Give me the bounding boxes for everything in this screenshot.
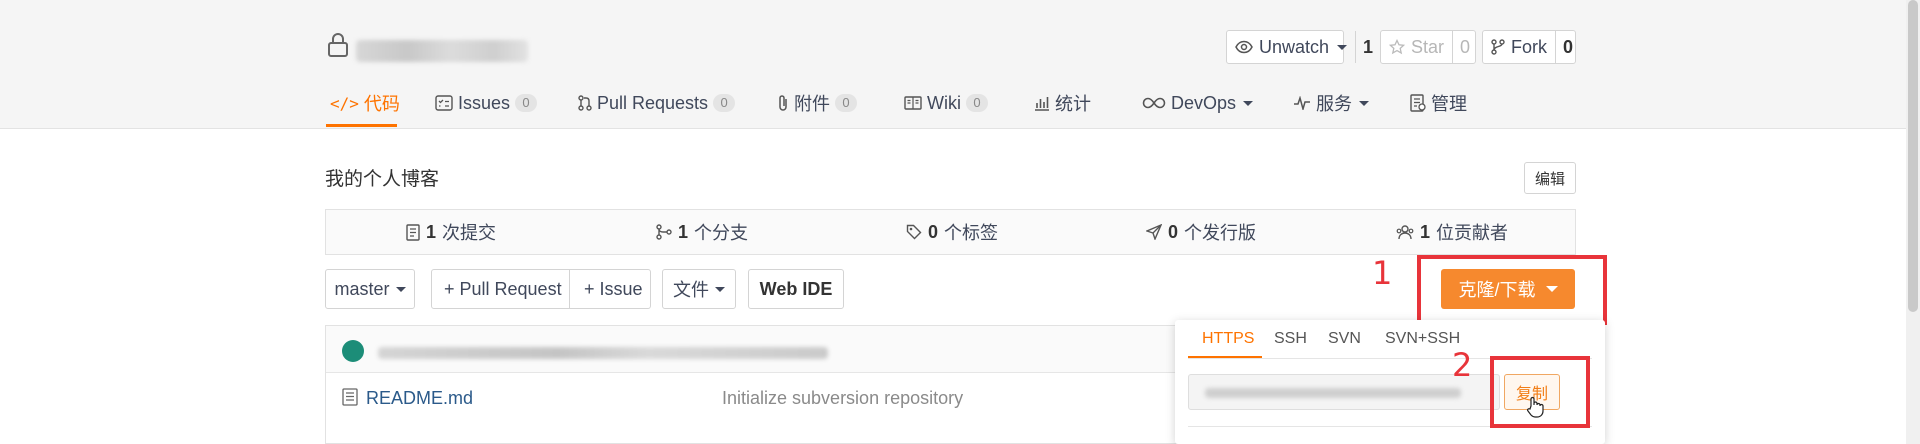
tag-icon <box>906 224 922 240</box>
clone-url-redacted <box>1205 388 1461 398</box>
code-icon: </> <box>330 93 359 113</box>
clone-tab-svn-ssh[interactable]: SVN+SSH <box>1385 330 1460 348</box>
issues-icon <box>435 95 453 111</box>
star-count: 0 <box>1452 31 1477 63</box>
scrollbar-thumb[interactable] <box>1908 0 1918 312</box>
clone-tab-https[interactable]: HTTPS <box>1202 330 1254 348</box>
tab-statistics-label: 统计 <box>1055 94 1091 114</box>
tab-pull-requests[interactable]: Pull Requests 0 <box>578 88 736 118</box>
chevron-down-icon <box>715 286 725 292</box>
tab-statistics[interactable]: 统计 <box>1034 88 1091 118</box>
fork-icon <box>1491 39 1505 55</box>
file-commit-message[interactable]: Initialize subversion repository <box>722 388 963 409</box>
repo-description: 我的个人博客 <box>325 169 440 190</box>
tab-services-label: 服务 <box>1316 94 1352 114</box>
stat-contributors-label: 位贡献者 <box>1436 223 1509 243</box>
tab-code[interactable]: </> 代码 <box>330 88 400 118</box>
stat-commits[interactable]: 1 次提交 <box>406 210 496 254</box>
clone-tab-svn[interactable]: SVN <box>1328 330 1361 348</box>
infinity-icon <box>1142 97 1166 109</box>
chevron-down-icon <box>395 286 406 292</box>
star-label: Star <box>1411 36 1445 57</box>
unwatch-button[interactable]: Unwatch 1 <box>1226 30 1373 64</box>
tab-devops-label: DevOps <box>1171 92 1237 113</box>
stat-tags[interactable]: 0 个标签 <box>906 210 998 254</box>
tab-attachments-label: 附件 <box>794 94 830 114</box>
file-icon <box>342 388 358 406</box>
tab-issues[interactable]: Issues 0 <box>435 88 538 118</box>
tab-attachments-badge: 0 <box>835 94 857 112</box>
tab-manage[interactable]: 管理 <box>1410 88 1467 118</box>
web-ide-button[interactable]: Web IDE <box>748 269 844 309</box>
pr-issue-group: + Pull Request + Issue <box>431 269 651 309</box>
file-menu-label: 文件 <box>673 280 709 300</box>
tab-wiki-badge: 0 <box>966 94 988 112</box>
stat-commits-label: 次提交 <box>442 223 497 243</box>
stat-branches[interactable]: 1 个分支 <box>656 210 748 254</box>
tab-issues-badge: 0 <box>515 94 538 112</box>
stat-contributors[interactable]: 1 位贡献者 <box>1396 210 1508 254</box>
annotation-number-2: 2 <box>1452 346 1473 384</box>
commit-icon <box>406 223 420 241</box>
unwatch-label: Unwatch <box>1259 36 1330 57</box>
clone-tab-ssh[interactable]: SSH <box>1274 330 1307 348</box>
repo-stats-bar: 1 次提交 1 个分支 0 个标签 0 个发行版 1 位贡献者 <box>325 209 1576 255</box>
annotation-number-1: 1 <box>1372 254 1393 292</box>
tab-code-label: 代码 <box>363 94 400 114</box>
watch-count: 1 <box>1355 31 1380 63</box>
fork-label: Fork <box>1511 36 1547 57</box>
edit-description-button[interactable]: 编辑 <box>1524 162 1576 194</box>
repo-name-redacted <box>356 40 528 62</box>
tab-pull-requests-badge: 0 <box>713 94 736 112</box>
manage-icon <box>1410 94 1426 112</box>
new-pull-request-button[interactable]: + Pull Request <box>444 279 562 300</box>
tab-wiki-label: Wiki <box>927 92 961 113</box>
lock-icon <box>327 32 349 58</box>
tab-services[interactable]: 服务 <box>1293 88 1369 118</box>
chevron-down-icon <box>1359 100 1369 106</box>
stat-branches-label: 个分支 <box>694 223 749 243</box>
annotation-box-2 <box>1490 356 1590 428</box>
fork-count: 0 <box>1555 31 1580 63</box>
branch-icon <box>656 224 672 240</box>
fork-button[interactable]: Fork 0 <box>1482 30 1576 64</box>
stat-tags-value: 0 <box>928 221 939 242</box>
pull-request-icon <box>578 95 592 111</box>
stat-releases-label: 个发行版 <box>1184 223 1257 243</box>
commit-info-redacted <box>378 347 828 359</box>
branch-select[interactable]: master <box>325 269 415 309</box>
branch-select-label: master <box>334 278 390 299</box>
star-button[interactable]: Star 0 <box>1380 30 1476 64</box>
file-name-link[interactable]: README.md <box>366 388 473 409</box>
tab-devops[interactable]: DevOps <box>1142 88 1254 118</box>
tab-manage-label: 管理 <box>1431 94 1467 114</box>
tab-wiki[interactable]: Wiki 0 <box>904 88 988 118</box>
tab-attachments[interactable]: 附件 0 <box>777 88 857 118</box>
stat-branches-value: 1 <box>678 221 689 242</box>
tab-pull-requests-label: Pull Requests <box>597 92 709 113</box>
stat-releases-value: 0 <box>1168 221 1179 242</box>
contributors-icon <box>1396 225 1414 240</box>
eye-icon <box>1235 40 1253 54</box>
release-icon <box>1146 224 1162 240</box>
stat-contributors-value: 1 <box>1420 221 1431 242</box>
stat-commits-value: 1 <box>426 221 437 242</box>
button-group-divider <box>569 269 570 309</box>
wiki-icon <box>904 96 922 110</box>
stat-releases[interactable]: 0 个发行版 <box>1146 210 1256 254</box>
avatar[interactable] <box>342 340 364 362</box>
star-icon <box>1389 39 1405 55</box>
pulse-icon <box>1294 96 1310 110</box>
stat-tags-label: 个标签 <box>944 223 999 243</box>
paperclip-icon <box>779 95 787 111</box>
active-tab-indicator <box>326 124 397 127</box>
new-issue-button[interactable]: + Issue <box>584 279 643 300</box>
bar-chart-icon <box>1035 97 1049 111</box>
annotation-box-1 <box>1417 255 1607 325</box>
file-menu-button[interactable]: 文件 <box>662 269 736 309</box>
tab-issues-label: Issues <box>458 92 511 113</box>
chevron-down-icon <box>1243 100 1254 106</box>
